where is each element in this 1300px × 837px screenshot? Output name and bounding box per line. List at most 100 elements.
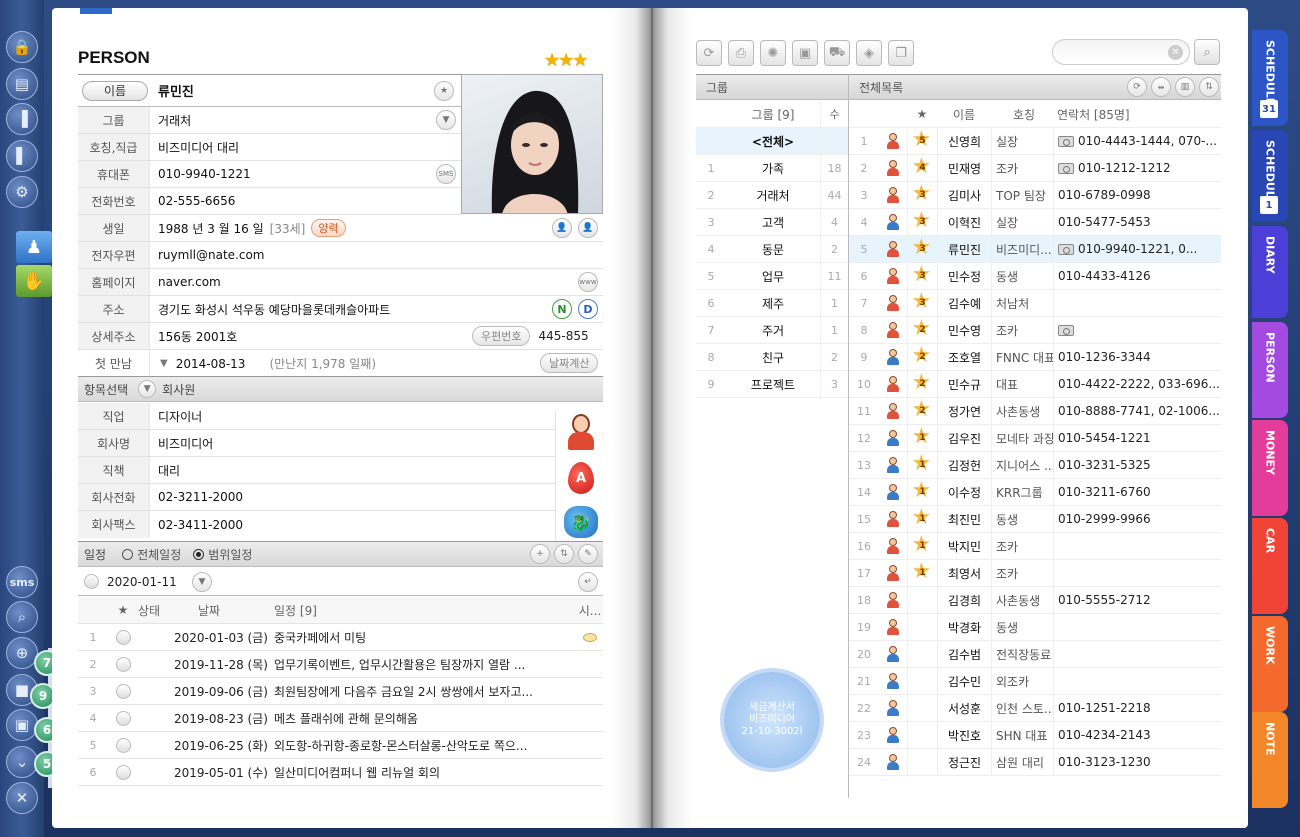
contact-row[interactable]: 22 서성훈 인천 스토... 010-1251-2218: [849, 695, 1221, 722]
schedule-row[interactable]: 3 2019-09-06 (금) 최원팀장에게 다음주 금요일 2시 쌍쌍에서 …: [78, 678, 603, 705]
group-item[interactable]: 7 주거 1: [696, 317, 848, 344]
job-value[interactable]: 디자이너: [150, 408, 202, 425]
tab-note[interactable]: NOTE: [1252, 712, 1288, 808]
contact-row[interactable]: 4 3 이혁진 실장 010-5477-5453: [849, 208, 1221, 236]
daum-map-icon[interactable]: D: [578, 299, 598, 319]
refresh-icon[interactable]: ⟳: [1127, 77, 1147, 97]
col-title[interactable]: 일정 [9]: [268, 602, 577, 619]
status-circle-icon[interactable]: [115, 629, 131, 645]
col-count[interactable]: 수: [820, 101, 848, 127]
contact-row[interactable]: 13 1 김정헌 지니어스 ... 010-3231-5325: [849, 451, 1221, 479]
col-contact[interactable]: 연락처 [85명]: [1053, 101, 1221, 127]
schedule-row[interactable]: 1 2020-01-03 (금) 중국카페에서 미팅: [78, 624, 603, 651]
add-icon[interactable]: +: [530, 544, 550, 564]
group-item[interactable]: 4 동문 2: [696, 236, 848, 263]
group-item[interactable]: 1 가족 18: [696, 155, 848, 182]
homepage-value[interactable]: naver.com: [150, 275, 221, 289]
contact-row[interactable]: 1 5 신영희 실장 010-4443-1444, 070-...: [849, 127, 1221, 155]
star-toggle-icon[interactable]: ★: [434, 81, 454, 101]
contact-row[interactable]: 5 3 류민진 비즈미디... 010-9940-1221, 0...: [849, 235, 1221, 263]
status-circle-icon[interactable]: [115, 737, 131, 753]
tag-icon[interactable]: ◈: [856, 40, 882, 66]
memo-icon[interactable]: [583, 632, 597, 642]
person-icon[interactable]: 👤: [578, 218, 598, 238]
col-date[interactable]: 날짜: [168, 602, 268, 619]
www-icon[interactable]: www: [578, 272, 598, 292]
circle-icon[interactable]: [84, 574, 99, 589]
contact-row[interactable]: 17 1 최영서 조카: [849, 559, 1221, 587]
gear-icon[interactable]: ⚙: [6, 176, 38, 208]
refresh-icon[interactable]: ⟳: [696, 40, 722, 66]
group-item[interactable]: 5 업무 11: [696, 263, 848, 290]
save-icon[interactable]: ▣: [792, 40, 818, 66]
chevron-down-icon[interactable]: ▼: [192, 572, 212, 592]
loading-icon[interactable]: ✺: [760, 40, 786, 66]
contact-row[interactable]: 3 3 김미사 TOP 팀장 010-6789-0998: [849, 181, 1221, 209]
enter-icon[interactable]: ↵: [578, 572, 598, 592]
page-left-icon[interactable]: ▌: [6, 140, 38, 172]
dragon-zodiac-icon[interactable]: 🐉: [564, 506, 598, 538]
contact-row[interactable]: 23 박진호 SHN 대표 010-4234-2143: [849, 722, 1221, 749]
contact-row[interactable]: 16 1 박지민 조카: [849, 532, 1221, 560]
status-circle-icon[interactable]: [115, 764, 131, 780]
group-all[interactable]: <전체>: [696, 128, 848, 155]
sms-button[interactable]: sms: [6, 566, 38, 598]
hand-icon[interactable]: ✋: [16, 265, 52, 297]
sort-icon[interactable]: ⇅: [1199, 77, 1219, 97]
col-title[interactable]: 호칭: [991, 101, 1053, 127]
contact-row[interactable]: 2 4 민재영 조카 010-1212-1212: [849, 154, 1221, 182]
group-item[interactable]: 2 거래처 44: [696, 182, 848, 209]
schedule-row[interactable]: 2 2019-11-28 (목) 업무기록이벤트, 업무시간활용은 팀장까지 열…: [78, 651, 603, 678]
search-icon[interactable]: ⌕: [1194, 39, 1220, 65]
status-circle-icon[interactable]: [115, 710, 131, 726]
tab-car[interactable]: CAR: [1252, 518, 1288, 614]
columns-icon[interactable]: ▥: [1175, 77, 1195, 97]
contact-row[interactable]: 9 2 조호열 FNNC 대표 010-1236-3344: [849, 343, 1221, 371]
contact-row[interactable]: 19 박경화 동생: [849, 614, 1221, 641]
contact-row[interactable]: 10 2 민수규 대표 010-4422-2222, 033-696...: [849, 370, 1221, 398]
title-value[interactable]: 비즈미디어 대리: [150, 139, 239, 156]
group-value[interactable]: 거래처: [150, 112, 191, 129]
phone-value[interactable]: 02-555-6656: [150, 194, 235, 208]
schedule-range-option[interactable]: 범위일정: [193, 546, 252, 563]
date-calc-button[interactable]: 날짜계산: [540, 353, 599, 373]
sort-icon[interactable]: ⇅: [554, 544, 574, 564]
tab-schedule-1[interactable]: SCHEDULE 31: [1252, 30, 1288, 126]
contact-row[interactable]: 7 3 김수예 처남처: [849, 289, 1221, 317]
zip-code-button[interactable]: 우편번호: [472, 326, 531, 346]
fit-width-icon[interactable]: ⇹: [1151, 77, 1171, 97]
schedule-row[interactable]: 5 2019-06-25 (화) 외도항-하귀항-종로항-몬스터살롱-산악도로 …: [78, 732, 603, 759]
tax-invoice-stamp[interactable]: 세금계산서 비즈미디어 21-10-3002l: [724, 672, 820, 768]
contact-row[interactable]: 11 2 정가연 사촌동생 010-8888-7741, 02-1006...: [849, 397, 1221, 425]
page-right-icon[interactable]: ▐: [6, 103, 38, 135]
tab-person[interactable]: PERSON: [1252, 322, 1288, 418]
book-icon[interactable]: ▤: [6, 68, 38, 100]
close-icon[interactable]: ✕: [6, 782, 38, 814]
col-name[interactable]: 이름: [937, 101, 991, 127]
contact-row[interactable]: 12 1 김우진 모네타 과장 010-5454-1221: [849, 424, 1221, 452]
group-item[interactable]: 3 고객 4: [696, 209, 848, 236]
rating-stars-icon[interactable]: ★★★: [544, 50, 588, 71]
add-person-icon[interactable]: 👤: [552, 218, 572, 238]
search-icon[interactable]: ⌕: [6, 601, 38, 633]
cart-icon[interactable]: ⛟: [824, 40, 850, 66]
birthday-value[interactable]: 1988 년 3 월 16 일: [150, 220, 264, 237]
search-input[interactable]: ✕: [1052, 39, 1190, 65]
lunar-toggle-button[interactable]: 양력: [311, 219, 346, 237]
col-star[interactable]: ★: [907, 101, 937, 127]
mobile-value[interactable]: 010-9940-1221: [150, 167, 251, 181]
company-value[interactable]: 비즈미디어: [150, 435, 213, 452]
tab-schedule-2[interactable]: SCHEDULE 1: [1252, 130, 1288, 222]
schedule-row[interactable]: 4 2019-08-23 (금) 메츠 플래쉬에 관해 문의해옴: [78, 705, 603, 732]
tab-money[interactable]: MONEY: [1252, 420, 1288, 516]
contact-row[interactable]: 6 3 민수정 동생 010-4433-4126: [849, 262, 1221, 290]
chevron-down-icon[interactable]: ▼: [160, 358, 168, 369]
chevron-down-icon[interactable]: ▼: [436, 110, 456, 130]
company-fax-value[interactable]: 02-3411-2000: [150, 518, 243, 532]
status-circle-icon[interactable]: [115, 683, 131, 699]
schedule-date-value[interactable]: 2020-01-11: [107, 575, 177, 589]
person-mode-icon[interactable]: ♟: [16, 231, 52, 263]
name-value[interactable]: 류민진: [148, 81, 194, 100]
address-value[interactable]: 경기도 화성시 석우동 예당마을롯데캐슬아파트: [150, 301, 390, 318]
sms-icon[interactable]: SMS: [436, 164, 456, 184]
